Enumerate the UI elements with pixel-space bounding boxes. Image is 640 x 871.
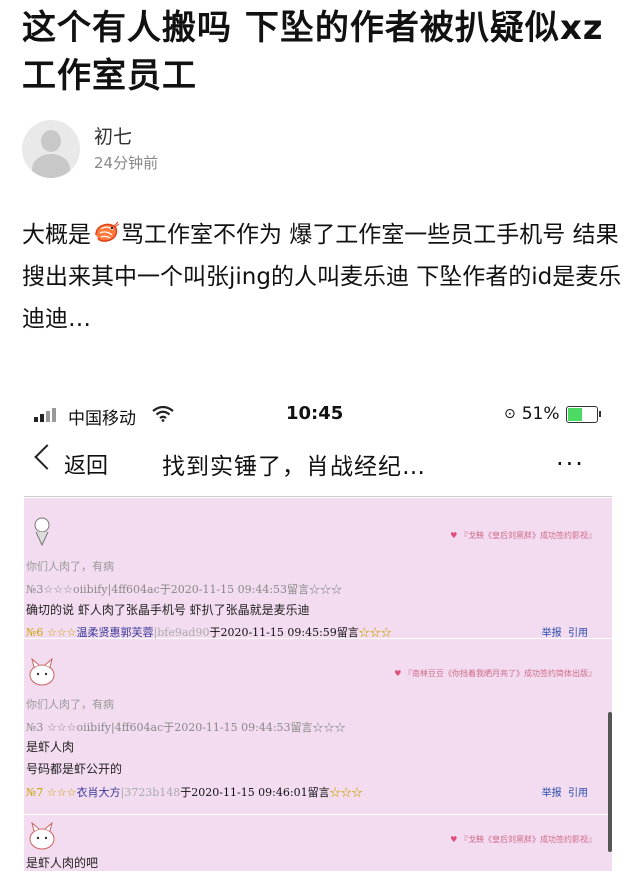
post-content: 是虾人肉的吧 bbox=[26, 856, 99, 870]
scrollbar[interactable] bbox=[608, 712, 612, 852]
forum-post: ♥ 『戈鞅《皇后刘黑胖》成功签约影视』 是虾人肉的吧 bbox=[24, 816, 612, 871]
body-text-before: 大概是 bbox=[22, 222, 91, 248]
post-actions: 举报 引用 bbox=[542, 624, 588, 639]
embedded-screenshot: 中国移动 10:45 ⊙ 51% 返回 找到实锤了，肖战经纪… ··· ♥ 『戈… bbox=[24, 398, 612, 871]
author-name[interactable]: 初七 bbox=[94, 124, 158, 150]
signature-link[interactable]: ♥ 『南林豆豆《你挡着我晒月亮了》成功签约简体出版』 bbox=[394, 668, 596, 679]
nav-bar: 返回 找到实锤了，肖战经纪… ··· bbox=[24, 432, 612, 497]
article-title: 这个有人搬吗 下坠的作者被扒疑似xz工作室员工 bbox=[22, 8, 604, 96]
forum-thread: ♥ 『戈鞅《皇后刘黑胖》成功签约影视』 你们人肉了，有病 №3☆☆☆oiibif… bbox=[24, 498, 612, 871]
quoted-text: 你们人肉了，有病 bbox=[26, 698, 114, 711]
post-footer: №7 ☆☆☆衣肖大方|3723b148于2020-11-15 09:46:01留… bbox=[26, 786, 363, 799]
username-link[interactable]: 衣肖大方 bbox=[77, 786, 121, 799]
quoted-text: 你们人肉了，有病 bbox=[26, 560, 114, 573]
back-chevron-icon[interactable] bbox=[34, 444, 60, 470]
more-icon[interactable]: ··· bbox=[556, 450, 585, 478]
post-actions: 举报 引用 bbox=[542, 784, 588, 799]
rotation-lock-icon: ⊙ bbox=[504, 406, 516, 422]
battery-percent: 51% bbox=[521, 404, 560, 424]
post-footer: №6 ☆☆☆温柔贤惠郭芙蓉|bfe9ad90于2020-11-15 09:45:… bbox=[26, 626, 392, 639]
signature-link[interactable]: ♥ 『戈鞅《皇后刘黑胖》成功签约影视』 bbox=[450, 530, 596, 541]
post-time: 24分钟前 bbox=[94, 154, 159, 172]
battery-indicator: ⊙ 51% bbox=[504, 404, 601, 424]
forum-post: ♥ 『南林豆豆《你挡着我晒月亮了》成功签约简体出版』 你们人肉了，有病 №3 ☆… bbox=[24, 650, 612, 815]
forum-post: ♥ 『戈鞅《皇后刘黑胖》成功签约影视』 你们人肉了，有病 №3☆☆☆oiibif… bbox=[24, 498, 612, 639]
back-button[interactable]: 返回 bbox=[64, 448, 108, 480]
post-avatar-icon bbox=[34, 517, 50, 546]
quote-meta: №3☆☆☆oiibify|4ff604ac于2020-11-15 09:44:5… bbox=[26, 583, 343, 596]
wifi-icon bbox=[152, 406, 174, 422]
carrier-name: 中国移动 bbox=[68, 409, 136, 429]
report-link[interactable]: 举报 bbox=[542, 788, 562, 799]
post-avatar-icon bbox=[29, 822, 55, 850]
avatar-placeholder-icon[interactable] bbox=[22, 120, 80, 178]
signature-link[interactable]: ♥ 『戈鞅《皇后刘黑胖》成功签约影视』 bbox=[450, 834, 596, 845]
post-avatar-icon bbox=[29, 658, 55, 686]
status-bar: 中国移动 10:45 ⊙ 51% bbox=[24, 398, 612, 432]
post-content: 是虾人肉 bbox=[26, 740, 75, 754]
battery-icon bbox=[565, 405, 598, 423]
article-body: 大概是 骂工作室不作为 爆了工作室一些员工手机号 结果搜出来其中一个叫张jing的… bbox=[22, 214, 622, 340]
nav-title: 找到实锤了，肖战经纪… bbox=[162, 454, 426, 480]
status-clock: 10:45 bbox=[286, 403, 344, 424]
post-content: 号码都是虾公开的 bbox=[26, 762, 123, 776]
author-block[interactable]: 初七 24分钟前 bbox=[22, 120, 158, 178]
shrimp-emoji-icon bbox=[95, 221, 119, 242]
quote-link[interactable]: 引用 bbox=[568, 788, 588, 799]
post-content: 确切的说 虾人肉了张晶手机号 虾扒了张晶就是麦乐迪 bbox=[26, 603, 310, 617]
username-link[interactable]: 温柔贤惠郭芙蓉 bbox=[77, 626, 154, 639]
quote-link[interactable]: 引用 bbox=[568, 628, 588, 639]
quote-meta: №3 ☆☆☆oiibify|4ff604ac于2020-11-15 09:44:… bbox=[26, 721, 346, 734]
report-link[interactable]: 举报 bbox=[542, 628, 562, 639]
